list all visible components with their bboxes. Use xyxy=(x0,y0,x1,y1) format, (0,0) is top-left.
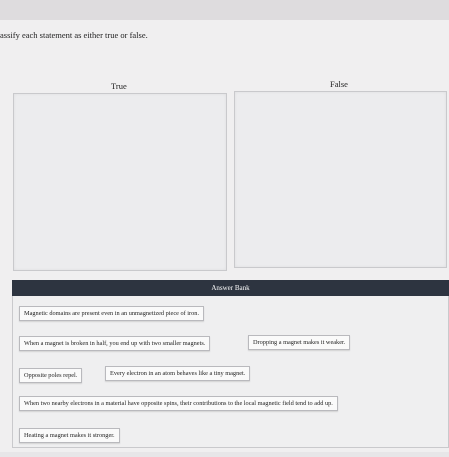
answer-bank-header: Answer Bank xyxy=(12,280,449,296)
top-bar xyxy=(0,0,449,20)
answer-chip-heating-magnet[interactable]: Heating a magnet makes it stronger. xyxy=(19,428,120,443)
answer-bank-title: Answer Bank xyxy=(211,284,250,292)
bottom-edge xyxy=(0,452,449,457)
true-column-label: True xyxy=(111,81,127,91)
answer-chip-electron-tiny-magnet[interactable]: Every electron in an atom behaves like a… xyxy=(105,366,251,381)
false-column-label: False xyxy=(330,79,348,89)
instruction-text: assify each statement as either true or … xyxy=(0,30,148,40)
false-drop-zone[interactable] xyxy=(234,91,447,268)
answer-bank: Magnetic domains are present even in an … xyxy=(12,296,449,448)
true-drop-zone[interactable] xyxy=(13,93,227,271)
answer-chip-opposite-poles[interactable]: Opposite poles repel. xyxy=(19,368,83,383)
answer-chip-magnet-broken-in-half[interactable]: When a magnet is broken in half, you end… xyxy=(19,336,211,351)
answer-chip-magnetic-domains[interactable]: Magnetic domains are present even in an … xyxy=(19,306,205,321)
answer-chip-dropping-magnet[interactable]: Dropping a magnet makes it weaker. xyxy=(248,335,351,350)
answer-chip-opposite-spins[interactable]: When two nearby electrons in a material … xyxy=(19,396,338,411)
